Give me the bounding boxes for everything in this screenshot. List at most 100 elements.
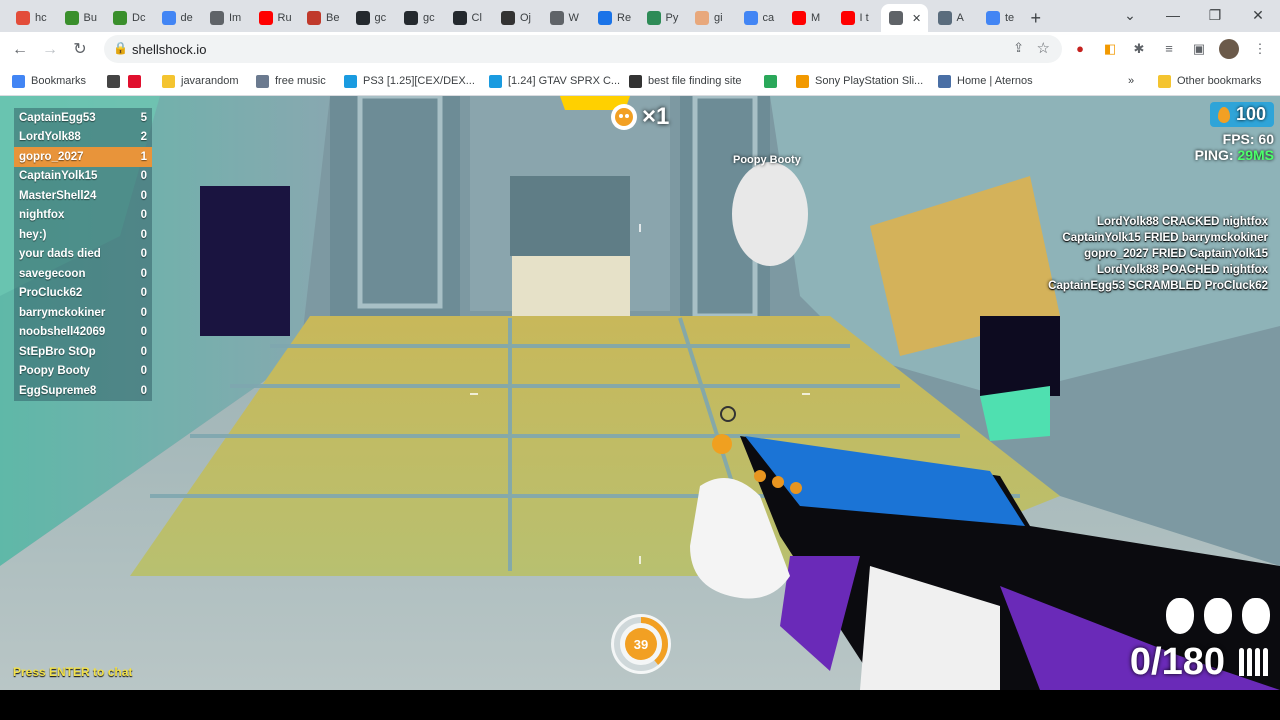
kill-feed-entry: gopro_2027 FRIED CaptainYolk15 [1084,248,1268,260]
close-tab-icon[interactable]: ✕ [912,12,921,25]
browser-tab[interactable]: A [930,4,977,32]
tab-favicon-icon [598,11,612,25]
player-score: 2 [140,131,147,144]
bookmark-item[interactable] [764,72,783,90]
tab-label: Be [326,12,340,24]
bullets-icon [1239,648,1268,676]
close-window-icon[interactable]: ✕ [1238,4,1278,26]
player-score: 0 [140,267,147,280]
browser-tab[interactable]: Cl [445,4,492,32]
browser-tab[interactable]: gc [396,4,443,32]
scoreboard-row: hey:) 0 [14,225,152,245]
kill-feed-entry: LordYolk88 CRACKED nightfox [1096,216,1268,228]
bookmarks-overflow-icon[interactable]: » [1128,72,1134,90]
bookmark-label: javarandom [181,75,239,87]
tab-label: Ru [277,12,292,24]
kill-feed-entry: CaptainYolk15 FRIED barrymckokiner [1062,232,1268,244]
extensions-puzzle-icon[interactable]: ✱ [1129,39,1149,59]
chat-hint[interactable]: Press ENTER to chat [13,665,132,679]
back-icon[interactable]: ← [7,37,33,63]
player-score: 0 [140,248,147,261]
extension-red-icon[interactable]: ● [1070,39,1090,59]
other-bookmarks[interactable]: Other bookmarks [1158,72,1261,90]
enemy-egg-player[interactable] [732,162,808,266]
browser-tab[interactable]: Bu [57,4,104,32]
menu-icon[interactable]: ⋮ [1250,39,1270,59]
profile-avatar[interactable] [1219,39,1239,59]
tab-favicon-icon [452,11,467,25]
forward-icon[interactable]: → [37,37,63,63]
egg-skull-icon [611,104,637,130]
share-icon[interactable]: ⇪ [1013,40,1024,56]
browser-tab[interactable]: Py [639,4,686,32]
bookmark-label: Home | Aternos [957,75,1033,87]
ammo-counter: 0/180 [1129,641,1225,683]
center-vent [510,176,630,256]
browser-tab[interactable]: ✕ [881,4,928,32]
tab-label: W [568,12,579,24]
browser-tab[interactable]: M [784,4,831,32]
tab-label: Bu [83,12,97,24]
bookmark-item[interactable] [128,72,147,90]
tab-favicon-icon [695,11,709,25]
browser-tab[interactable]: Oj [493,4,540,32]
browser-tab[interactable]: gi [687,4,734,32]
extension-orange-icon[interactable]: ◧ [1100,39,1120,59]
fps-value: 60 [1258,130,1274,147]
browser-tab[interactable]: Ru [251,4,298,32]
player-name: hey:) [19,228,47,241]
browser-tab[interactable]: Im [202,4,249,32]
tab-label: te [1005,12,1015,24]
side-panel-icon[interactable]: ▣ [1189,39,1209,59]
bookmark-item[interactable]: Sony PlayStation Sli... [796,72,923,90]
browser-tab[interactable]: W [542,4,589,32]
bookmark-item[interactable]: [1.24] GTAV SPRX C... [489,72,620,90]
game-viewport[interactable]: CaptainEgg53 5 LordYolk88 2 gopro_2027 1 Capta… [0,96,1280,690]
address-bar[interactable]: 🔒 shellshock.io ⇪ ☆ [104,35,1062,63]
bookmark-item[interactable]: free music [256,72,326,90]
tab-favicon-icon [743,11,758,25]
media-control-icon[interactable]: ≡ [1159,39,1179,59]
bookmark-item[interactable]: PS3 [1.25][CEX/DEX... [344,72,475,90]
egg-count-badge: 100 [1209,102,1274,127]
maximize-icon[interactable]: ❐ [1195,4,1235,26]
bookmark-item[interactable]: Home | Aternos [938,72,1033,90]
bookmark-item[interactable]: javarandom [162,72,238,90]
browser-tab[interactable]: ca [736,4,783,32]
browser-tab[interactable]: te [978,4,1025,32]
grid-icon [12,74,25,88]
player-score: 0 [140,345,147,358]
tab-favicon-icon [16,11,30,25]
tab-label: gc [423,12,435,24]
reload-icon[interactable]: ↻ [67,37,93,63]
bookmark-item[interactable] [107,72,126,90]
health-value: 39 [634,637,648,652]
tab-label: hc [35,12,47,24]
tab-search-icon[interactable]: ⌄ [1110,4,1150,26]
browser-tab[interactable]: de [154,4,201,32]
other-bookmarks-label: Other bookmarks [1177,75,1262,87]
player-name: savegecoon [19,267,86,280]
scoreboard-row: MasterShell24 0 [14,186,152,206]
bookmark-item[interactable]: best file finding site [629,72,742,90]
tab-favicon-icon [113,11,127,25]
tab-favicon-icon [258,11,273,25]
bookmark-label: PS3 [1.25][CEX/DEX... [363,75,475,87]
browser-tab[interactable]: Be [299,4,346,32]
browser-tab[interactable]: gc [348,4,395,32]
browser-tab[interactable]: Dc [105,4,152,32]
bookmark-item[interactable]: Bookmarks [12,72,86,90]
star-icon[interactable]: ☆ [1037,39,1050,57]
bookmark-label: Sony PlayStation Sli... [815,75,924,87]
tab-label: Cl [471,12,482,24]
scoreboard: CaptainEgg53 5 LordYolk88 2 gopro_2027 1 Capta… [14,108,152,401]
minimize-icon[interactable]: — [1153,4,1193,26]
player-name: Poopy Booty [19,365,90,378]
browser-tab[interactable]: hc [8,4,55,32]
tab-label: Py [665,12,679,24]
lock-icon: 🔒 [113,41,128,55]
tab-favicon-icon [549,11,564,25]
new-tab-button[interactable]: + [1031,4,1042,32]
browser-tab[interactable]: I t [833,4,880,32]
browser-tab[interactable]: Re [590,4,637,32]
